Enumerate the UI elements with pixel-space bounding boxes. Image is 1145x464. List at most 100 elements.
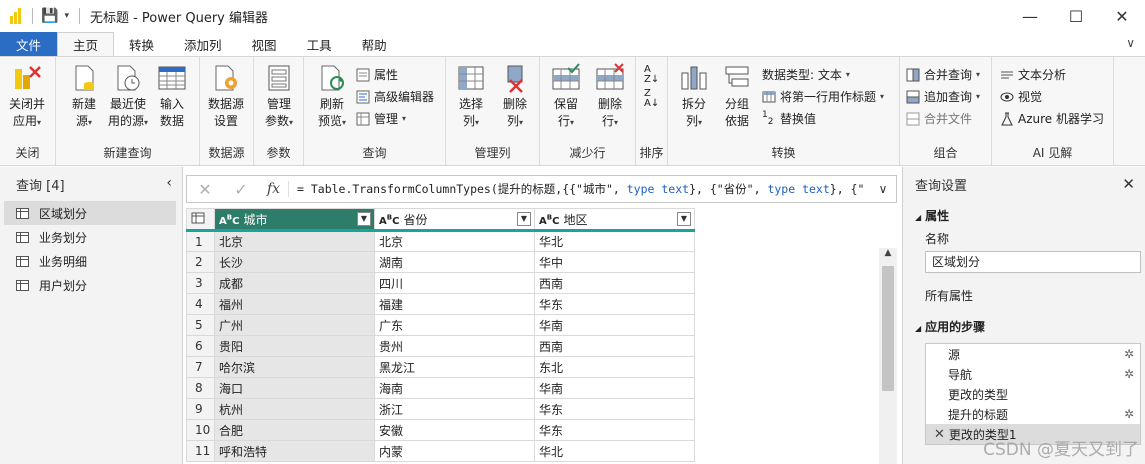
- use-first-row-as-headers-button[interactable]: 将第一行用作标题 ▾: [762, 88, 884, 105]
- table-row[interactable]: 5 广州 广东 华南: [186, 314, 695, 336]
- sort-descending-button[interactable]: Z A↓: [644, 89, 659, 109]
- close-window-button[interactable]: ✕: [1099, 0, 1145, 32]
- table-cell[interactable]: 安徽: [374, 419, 535, 441]
- table-cell[interactable]: 北京: [214, 230, 375, 252]
- table-row[interactable]: 3 成都 四川 西南: [186, 272, 695, 294]
- tab-file[interactable]: 文件: [0, 32, 57, 56]
- vision-button[interactable]: 视觉: [1000, 88, 1042, 105]
- table-cell[interactable]: 华中: [534, 251, 695, 273]
- close-apply-button[interactable]: 关闭并 应用▾: [5, 63, 49, 131]
- table-cell[interactable]: 福州: [214, 293, 375, 315]
- table-cell[interactable]: 华东: [534, 293, 695, 315]
- applied-step[interactable]: 提升的标题 ✲: [926, 404, 1140, 424]
- split-column-button[interactable]: 拆分 列▾: [672, 63, 716, 131]
- column-header[interactable]: ABC 省份 ▼: [374, 208, 535, 232]
- table-cell[interactable]: 杭州: [214, 398, 375, 420]
- cancel-formula-icon[interactable]: ✕: [187, 180, 223, 199]
- tab-help[interactable]: 帮助: [347, 32, 402, 56]
- tab-tools[interactable]: 工具: [292, 32, 347, 56]
- table-cell[interactable]: 福建: [374, 293, 535, 315]
- table-row[interactable]: 6 贵阳 贵州 西南: [186, 335, 695, 357]
- refresh-preview-button[interactable]: 刷新 预览▾: [310, 63, 354, 131]
- filter-dropdown-icon[interactable]: ▼: [677, 212, 691, 226]
- table-cell[interactable]: 广州: [214, 314, 375, 336]
- save-icon[interactable]: 💾: [41, 8, 58, 24]
- table-cell[interactable]: 西南: [534, 272, 695, 294]
- new-source-button[interactable]: 新建 源▾: [62, 63, 106, 131]
- column-header[interactable]: ABC 城市 ▼: [214, 208, 375, 232]
- group-by-button[interactable]: 分组 依据: [715, 63, 759, 130]
- filter-dropdown-icon[interactable]: ▼: [517, 212, 531, 226]
- table-cell[interactable]: 合肥: [214, 419, 375, 441]
- table-cell[interactable]: 贵阳: [214, 335, 375, 357]
- table-row[interactable]: 4 福州 福建 华东: [186, 293, 695, 315]
- query-name-input[interactable]: 区域划分: [925, 251, 1141, 273]
- table-row[interactable]: 10 合肥 安徽 华东: [186, 419, 695, 441]
- azure-ml-button[interactable]: Azure 机器学习: [1000, 110, 1104, 127]
- fx-icon[interactable]: fx: [259, 181, 289, 197]
- properties-section[interactable]: ◢ 属性: [903, 207, 1145, 224]
- tab-home[interactable]: 主页: [57, 32, 115, 56]
- table-row[interactable]: 9 杭州 浙江 华东: [186, 398, 695, 420]
- table-cell[interactable]: 黑龙江: [374, 356, 535, 378]
- advanced-editor-button[interactable]: 高级编辑器: [356, 88, 434, 105]
- table-cell[interactable]: 成都: [214, 272, 375, 294]
- table-cell[interactable]: 湖南: [374, 251, 535, 273]
- tab-add-column[interactable]: 添加列: [169, 32, 237, 56]
- table-cell[interactable]: 哈尔滨: [214, 356, 375, 378]
- manage-parameters-button[interactable]: 管理 参数▾: [257, 63, 301, 131]
- table-cell[interactable]: 海南: [374, 377, 535, 399]
- table-cell[interactable]: 东北: [534, 356, 695, 378]
- quick-access-dropdown-icon[interactable]: ▾: [64, 11, 69, 21]
- confirm-formula-icon[interactable]: ✓: [223, 180, 259, 199]
- manage-query-button[interactable]: 管理 ▾: [356, 110, 406, 127]
- text-analytics-button[interactable]: 文本分析: [1000, 66, 1066, 83]
- formula-input[interactable]: = Table.TransformColumnTypes(提升的标题,{{"城市…: [289, 181, 870, 197]
- scrollbar-thumb[interactable]: [882, 266, 894, 391]
- all-properties-link[interactable]: 所有属性: [903, 287, 1145, 304]
- keep-rows-button[interactable]: 保留 行▾: [544, 63, 588, 131]
- maximize-button[interactable]: ☐: [1053, 0, 1099, 32]
- table-cell[interactable]: 贵州: [374, 335, 535, 357]
- applied-step[interactable]: 导航 ✲: [926, 364, 1140, 384]
- gear-icon[interactable]: ✲: [1124, 367, 1134, 381]
- data-source-settings-button[interactable]: 数据源 设置: [204, 63, 248, 130]
- tab-transform[interactable]: 转换: [114, 32, 169, 56]
- tab-view[interactable]: 视图: [237, 32, 292, 56]
- minimize-button[interactable]: —: [1007, 0, 1053, 32]
- column-header[interactable]: ABC 地区 ▼: [534, 208, 695, 232]
- table-cell[interactable]: 华东: [534, 398, 695, 420]
- gear-icon[interactable]: ✲: [1124, 347, 1134, 361]
- table-cell[interactable]: 浙江: [374, 398, 535, 420]
- table-cell[interactable]: 海口: [214, 377, 375, 399]
- table-cell[interactable]: 四川: [374, 272, 535, 294]
- table-row[interactable]: 1 北京 北京 华北: [186, 230, 695, 252]
- remove-rows-button[interactable]: 删除 行▾: [588, 63, 632, 131]
- data-type-dropdown[interactable]: 数据类型: 文本 ▾: [762, 66, 850, 83]
- enter-data-button[interactable]: 输入 数据: [150, 63, 194, 130]
- table-cell[interactable]: 长沙: [214, 251, 375, 273]
- table-menu-icon[interactable]: [186, 208, 215, 232]
- collapse-ribbon-icon[interactable]: ∨: [1126, 36, 1135, 50]
- table-cell[interactable]: 华东: [534, 419, 695, 441]
- table-row[interactable]: 11 呼和浩特 内蒙 华北: [186, 440, 695, 462]
- choose-columns-button[interactable]: 选择 列▾: [449, 63, 493, 131]
- grid-scrollbar[interactable]: ▲: [879, 248, 897, 464]
- scroll-up-icon[interactable]: ▲: [879, 248, 897, 264]
- properties-button[interactable]: 属性: [356, 66, 398, 83]
- table-row[interactable]: 8 海口 海南 华南: [186, 377, 695, 399]
- remove-columns-button[interactable]: 删除 列▾: [493, 63, 537, 131]
- append-queries-button[interactable]: 追加查询 ▾: [906, 88, 980, 105]
- table-cell[interactable]: 华北: [534, 230, 695, 252]
- recent-sources-button[interactable]: 最近使 用的源▾: [106, 63, 150, 131]
- replace-values-button[interactable]: 1 2 替换值: [762, 110, 816, 127]
- table-cell[interactable]: 华北: [534, 440, 695, 462]
- applied-step[interactable]: 更改的类型: [926, 384, 1140, 404]
- merge-queries-button[interactable]: 合并查询 ▾: [906, 66, 980, 83]
- table-row[interactable]: 7 哈尔滨 黑龙江 东北: [186, 356, 695, 378]
- table-cell[interactable]: 呼和浩特: [214, 440, 375, 462]
- expand-formula-icon[interactable]: ∨: [870, 182, 896, 196]
- sort-ascending-button[interactable]: A Z↓: [644, 65, 659, 85]
- collapse-queries-icon[interactable]: ‹: [166, 175, 172, 191]
- table-row[interactable]: 2 长沙 湖南 华中: [186, 251, 695, 273]
